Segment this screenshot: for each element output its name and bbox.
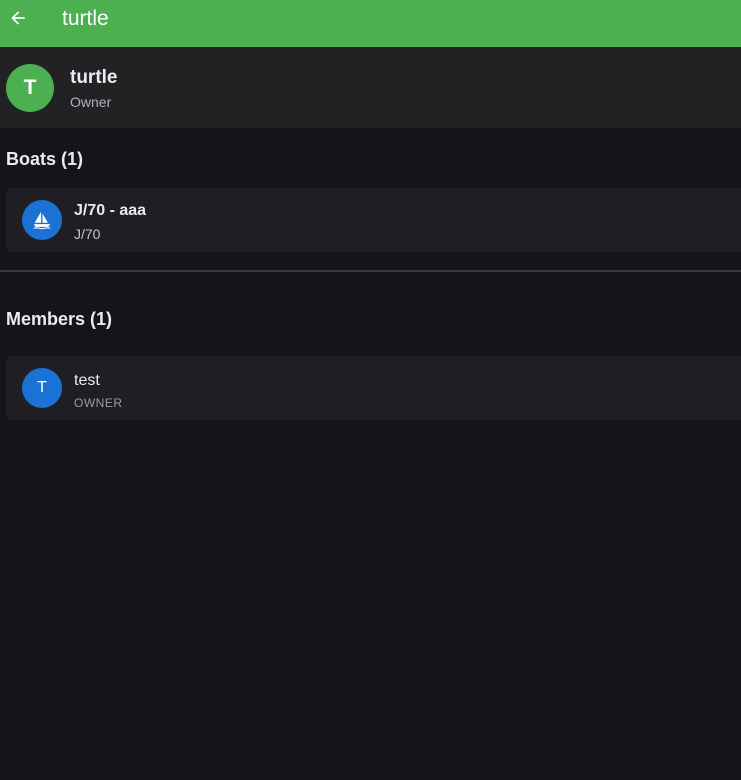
boats-heading: Boats (1) (6, 149, 84, 169)
back-button[interactable] (0, 0, 36, 36)
section-divider (0, 270, 741, 272)
boat-class: J/70 (74, 226, 101, 242)
members-heading: Members (1) (6, 309, 113, 329)
group-name: turtle (70, 67, 118, 88)
boat-avatar (22, 200, 62, 240)
group-role: Owner (70, 94, 112, 110)
member-list-item[interactable]: T test OWNER (6, 356, 741, 420)
boat-title: J/70 - aaa (74, 202, 147, 219)
member-name: test (74, 372, 100, 389)
boat-list-item[interactable]: J/70 - aaa J/70 (6, 188, 741, 252)
page-title: turtle (62, 7, 109, 30)
group-avatar: T (6, 64, 54, 112)
app-bar: turtle (0, 0, 741, 47)
member-role: OWNER (74, 396, 123, 410)
member-avatar: T (22, 368, 62, 408)
sailboat-icon (33, 211, 51, 230)
group-header: T turtle Owner (0, 47, 741, 128)
arrow-left-icon (11, 11, 25, 25)
